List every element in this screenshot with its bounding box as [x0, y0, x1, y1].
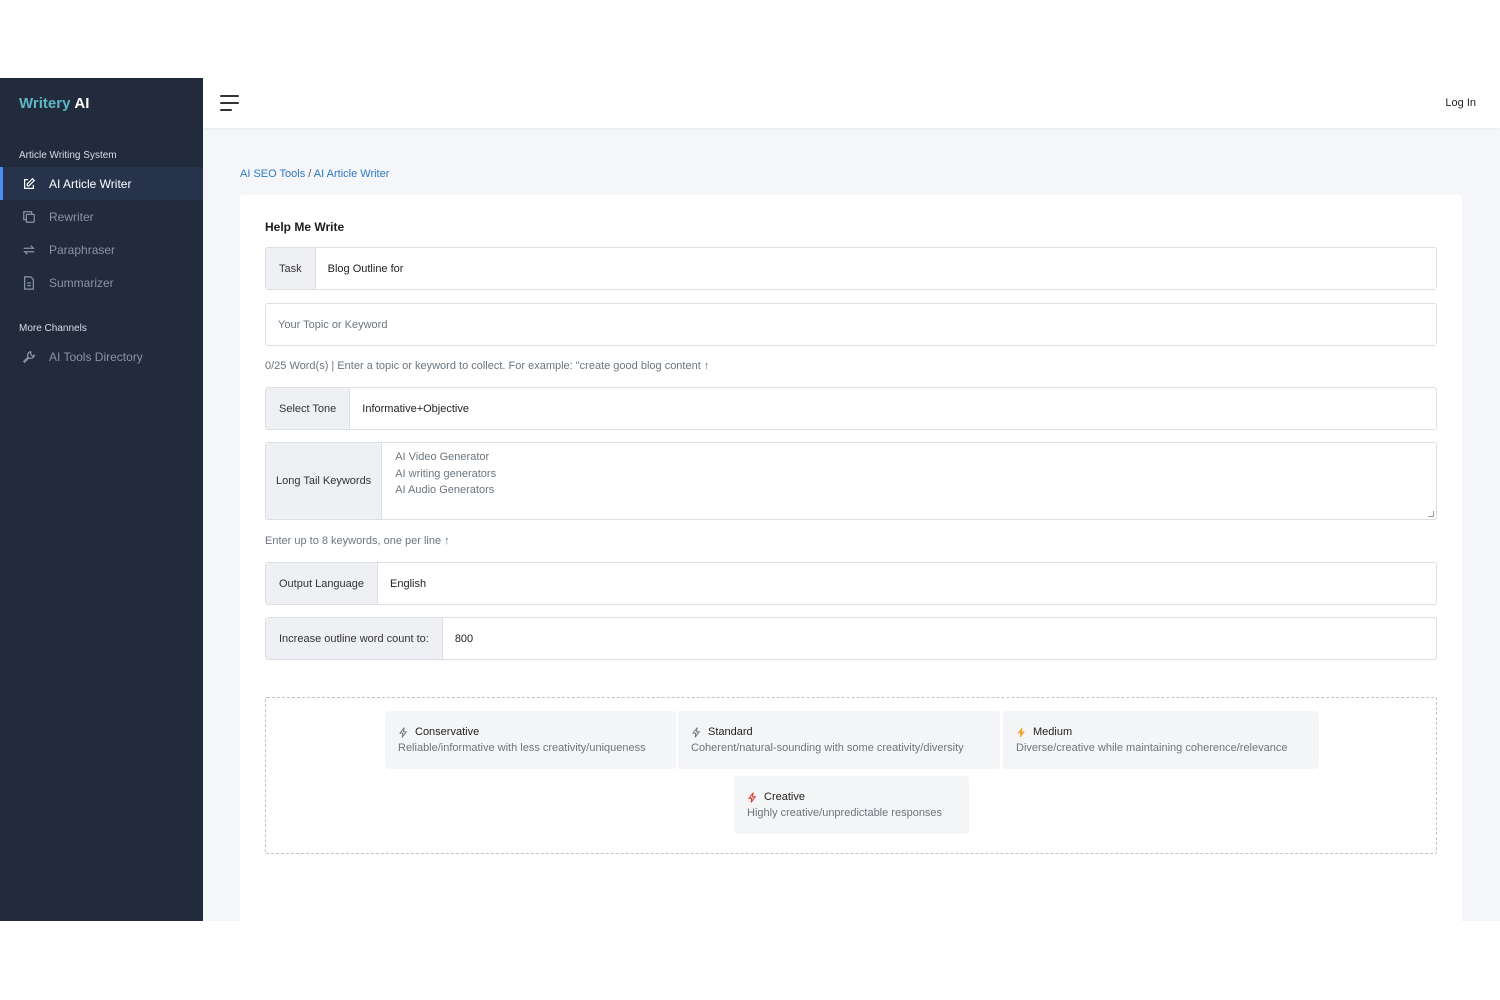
- tone-select[interactable]: Informative+Objective: [350, 388, 1436, 429]
- mode-description: Diverse/creative while maintaining coher…: [1016, 742, 1288, 754]
- brand-logo[interactable]: Writery AI: [0, 78, 203, 128]
- sidebar-item-label: Rewriter: [49, 209, 94, 224]
- wordcount-field: Increase outline word count to: 800: [265, 617, 1437, 660]
- wrench-icon: [22, 350, 36, 364]
- task-field: Task Blog Outline for: [265, 247, 1437, 290]
- mode-title: Medium: [1033, 726, 1073, 738]
- keywords-label: Long Tail Keywords: [266, 443, 383, 519]
- sidebar-item-paraphraser[interactable]: Paraphraser: [0, 233, 203, 266]
- keyword-placeholder-line: AI writing generators: [395, 467, 497, 480]
- resize-handle-icon[interactable]: [1428, 511, 1434, 517]
- brand-name: Writery: [19, 94, 71, 112]
- breadcrumb-root[interactable]: AI SEO Tools: [240, 168, 305, 180]
- keyword-placeholder-line: AI Audio Generators: [395, 484, 495, 496]
- topic-field: Your Topic or Keyword: [265, 303, 1437, 346]
- language-field: Output Language English: [265, 562, 1437, 605]
- tone-label: Select Tone: [266, 388, 351, 429]
- language-select[interactable]: English: [378, 563, 1436, 604]
- section-title-more-channels: More Channels: [19, 323, 87, 334]
- sidebar-item-label: Paraphraser: [49, 242, 116, 257]
- repeat-icon: [22, 243, 36, 257]
- sidebar: Writery AI Article Writing System AI Art…: [0, 78, 203, 921]
- section-title-article-writing: Article Writing System: [19, 150, 117, 161]
- menu-toggle-icon[interactable]: [220, 95, 240, 111]
- mode-conservative[interactable]: Conservative Reliable/informative with l…: [385, 711, 676, 769]
- mode-title: Creative: [764, 791, 805, 803]
- file-icon: [22, 275, 36, 290]
- mode-description: Reliable/informative with less creativit…: [398, 742, 646, 754]
- app-window: Writery AI Article Writing System AI Art…: [0, 78, 1500, 921]
- mode-title: Standard: [708, 726, 753, 738]
- edit-icon: [22, 177, 36, 191]
- keywords-help-text: Enter up to 8 keywords, one per line ↑: [265, 535, 450, 547]
- sidebar-item-label: AI Tools Directory: [49, 349, 143, 364]
- creativity-mode-group: Conservative Reliable/informative with l…: [265, 697, 1437, 854]
- sidebar-item-label: AI Article Writer: [49, 176, 132, 191]
- mode-title: Conservative: [415, 726, 480, 738]
- mode-description: Highly creative/unpredictable responses: [747, 807, 943, 819]
- bolt-icon: [692, 726, 701, 738]
- keyword-placeholder-line: AI Video Generator: [395, 451, 490, 463]
- wordcount-label: Increase outline word count to:: [266, 618, 443, 659]
- keywords-field: Long Tail Keywords AI Video Generator AI…: [265, 442, 1437, 520]
- mode-description: Coherent/natural-sounding with some crea…: [691, 742, 964, 754]
- topic-help-text: 0/25 Word(s) | Enter a topic or keyword …: [265, 360, 710, 372]
- task-label: Task: [266, 248, 316, 289]
- sidebar-item-ai-tools-directory[interactable]: AI Tools Directory: [0, 340, 203, 373]
- mode-standard[interactable]: Standard Coherent/natural-sounding with …: [678, 711, 1000, 769]
- sidebar-item-rewriter[interactable]: Rewriter: [0, 200, 203, 233]
- copy-icon: [22, 210, 36, 224]
- sidebar-item-label: Summarizer: [49, 275, 114, 290]
- topic-input[interactable]: Your Topic or Keyword: [266, 304, 1436, 345]
- top-bar: Log In: [203, 78, 1500, 128]
- sidebar-item-ai-article-writer[interactable]: AI Article Writer: [0, 167, 203, 200]
- keywords-textarea[interactable]: AI Video Generator AI writing generators…: [382, 443, 1436, 519]
- card-title: Help Me Write: [265, 220, 345, 234]
- bolt-icon: [1017, 726, 1025, 738]
- mode-medium[interactable]: Medium Diverse/creative while maintainin…: [1003, 711, 1319, 769]
- brand-suffix: AI: [74, 94, 90, 112]
- language-label: Output Language: [266, 563, 379, 604]
- breadcrumb: AI SEO Tools / AI Article Writer: [240, 168, 389, 180]
- bolt-icon: [399, 726, 408, 738]
- breadcrumb-separator: /: [308, 168, 312, 180]
- breadcrumb-current[interactable]: AI Article Writer: [314, 168, 390, 180]
- wordcount-input[interactable]: 800: [443, 618, 1436, 659]
- mode-creative[interactable]: Creative Highly creative/unpredictable r…: [734, 776, 969, 834]
- tone-field: Select Tone Informative+Objective: [265, 387, 1437, 430]
- sidebar-item-summarizer[interactable]: Summarizer: [0, 266, 203, 299]
- help-me-write-card: Help Me Write Task Blog Outline for Your…: [240, 195, 1462, 921]
- bolt-icon: [747, 791, 757, 803]
- task-select[interactable]: Blog Outline for: [316, 248, 1436, 289]
- login-link[interactable]: Log In: [1445, 97, 1476, 109]
- main-content: Log In AI SEO Tools / AI Article Writer …: [203, 78, 1500, 921]
